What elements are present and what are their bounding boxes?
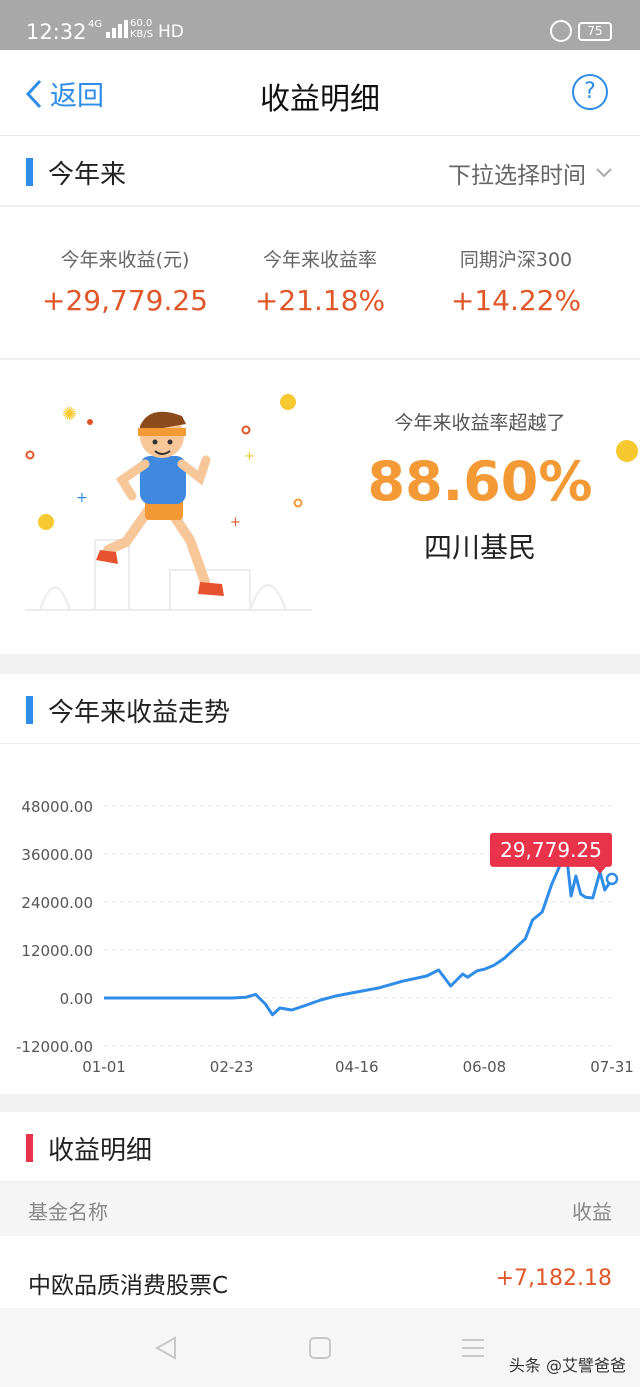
- table-row[interactable]: 中欧品质消费股票C +7,182.18: [0, 1236, 640, 1310]
- fund-name: 中欧品质消费股票C: [28, 1273, 229, 1299]
- speed-value: 60.0: [130, 18, 153, 29]
- page-title: 收益明细: [260, 82, 380, 117]
- alarm-icon: [550, 20, 572, 42]
- status-time: 12:32: [26, 20, 87, 44]
- y-tick-label: -12000.00: [16, 1038, 93, 1056]
- svg-text:+: +: [244, 449, 255, 464]
- stat-value: +14.22%: [450, 284, 582, 317]
- stat-value: +21.18%: [254, 284, 386, 317]
- svg-text:+: +: [76, 490, 88, 506]
- stat-value: +29,779.25: [42, 284, 208, 317]
- y-tick-label: 0.00: [60, 990, 93, 1008]
- detail-section-header: 收益明细: [0, 1112, 640, 1182]
- time-picker-label: 下拉选择时间: [448, 163, 586, 189]
- stats-panel: 今年来收益(元) +29,779.25 今年来收益率 +21.18% 同期沪深3…: [0, 207, 640, 359]
- y-tick-label: 24000.00: [21, 894, 93, 912]
- x-tick-label: 06-08: [463, 1058, 507, 1076]
- last-point-marker: [605, 872, 619, 886]
- signal-icon: 4G: [88, 19, 129, 38]
- detail-section-title: 收益明细: [48, 1136, 153, 1166]
- trend-section-header: 今年来收益走势: [0, 674, 640, 744]
- x-tick-label: 02-23: [210, 1058, 254, 1076]
- stat-ytd-income: 今年来收益(元) +29,779.25: [25, 245, 225, 317]
- y-tick-label: 48000.00: [21, 798, 93, 816]
- x-tick-label: 01-01: [82, 1058, 126, 1076]
- detail-table-header: 基金名称 收益: [0, 1184, 640, 1236]
- network-type: 4G: [88, 19, 103, 30]
- tooltip-label: 29,779.25: [500, 838, 602, 862]
- beat-percent: 88.60%: [367, 450, 593, 513]
- stat-ytd-rate: 今年来收益率 +21.18%: [220, 245, 420, 317]
- stat-label: 今年来收益(元): [60, 249, 190, 271]
- trend-section-title: 今年来收益走势: [48, 698, 231, 728]
- beat-caption: 今年来收益率超越了: [394, 412, 566, 434]
- ytd-section-header: 今年来 下拉选择时间: [0, 136, 640, 206]
- tooltip-pointer: [594, 866, 606, 874]
- help-icon[interactable]: ?: [572, 74, 608, 110]
- ytd-section-title: 今年来: [48, 160, 127, 190]
- trend-chart[interactable]: 48000.00 36000.00 24000.00 12000.00 0.00 -120…: [0, 744, 640, 1094]
- coin-icon: [616, 440, 638, 462]
- y-tick-label: 12000.00: [21, 942, 93, 960]
- svg-text:✺: ✺: [62, 404, 77, 425]
- trend-chart-panel: 48000.00 36000.00 24000.00 12000.00 0.00 -120…: [0, 744, 640, 1094]
- back-triangle-icon[interactable]: [153, 1335, 179, 1361]
- section-marker: [26, 1134, 33, 1162]
- nav-bar: 返回 收益明细 ?: [0, 50, 640, 136]
- x-tick-label: 07-31: [590, 1058, 634, 1076]
- svg-text:+: +: [230, 515, 241, 530]
- beat-panel: ✺ + + + + 今年来收益率超越了 88.60% 四川基民: [0, 360, 640, 654]
- watermark-text: 头条 @艾譬爸爸: [508, 1356, 626, 1375]
- x-tick-label: 04-16: [335, 1058, 379, 1076]
- menu-icon[interactable]: [460, 1336, 486, 1360]
- hd-indicator: HD: [158, 22, 184, 42]
- stat-label: 今年来收益率: [262, 249, 377, 271]
- battery-icon: 75: [578, 22, 612, 41]
- col-header-name: 基金名称: [28, 1200, 108, 1224]
- speed-unit: KB/S: [130, 29, 154, 40]
- stat-hs300: 同期沪深300 +14.22%: [416, 245, 616, 317]
- series-line: [104, 850, 614, 1017]
- network-speed: 60.0 KB/S: [130, 18, 153, 40]
- col-header-value: 收益: [572, 1200, 612, 1224]
- stat-label: 同期沪深300: [459, 249, 573, 271]
- beat-group: 四川基民: [423, 531, 536, 564]
- system-nav-bar: 头条 @艾譬爸爸: [0, 1308, 640, 1387]
- home-square-icon[interactable]: [308, 1336, 332, 1360]
- chevron-down-icon: [596, 168, 612, 178]
- runner-illustration: ✺ + + + +: [25, 394, 312, 611]
- time-picker[interactable]: 下拉选择时间: [448, 156, 612, 190]
- section-marker: [26, 158, 33, 186]
- y-tick-label: 36000.00: [21, 846, 93, 864]
- section-marker: [26, 696, 33, 724]
- fund-income: +7,182.18: [495, 1266, 612, 1291]
